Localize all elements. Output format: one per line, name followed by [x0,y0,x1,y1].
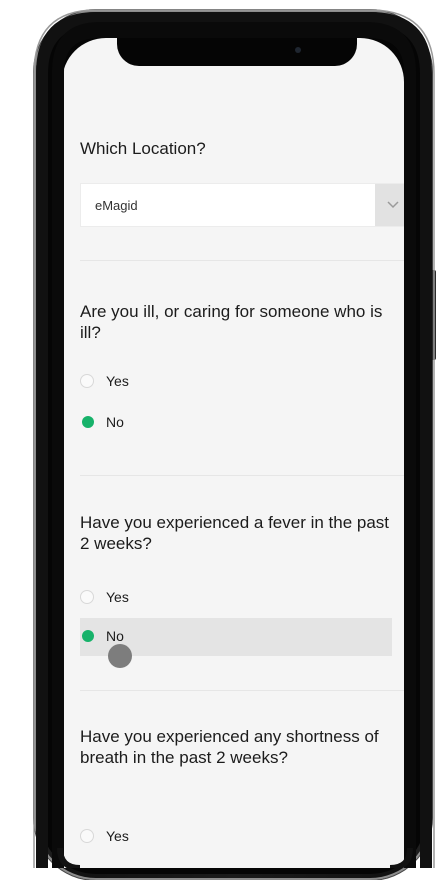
option-label: No [106,414,124,430]
location-select[interactable]: eMagid [80,183,412,227]
radio-unchecked-icon[interactable] [80,590,94,604]
divider [80,260,406,261]
notch [117,36,357,66]
divider [80,690,406,691]
option-label: Yes [106,589,129,605]
question-fever: Have you experienced a fever in the past… [80,513,390,553]
radio-checked-icon[interactable] [82,630,94,642]
ill-option-yes[interactable]: Yes [80,363,392,401]
touch-indicator [108,644,132,668]
question-breath: Have you experienced any shortness of br… [80,727,379,767]
ill-option-no[interactable]: No [80,404,392,442]
question-location: Which Location? [80,139,206,158]
divider [80,475,406,476]
radio-checked-icon[interactable] [82,416,94,428]
camera-icon [295,47,301,53]
radio-unchecked-icon[interactable] [80,829,94,843]
location-select-value: eMagid [95,198,138,213]
option-label: Yes [106,828,129,844]
radio-unchecked-icon[interactable] [80,374,94,388]
chevron-down-icon [387,201,399,209]
select-arrow-button[interactable] [375,184,411,226]
option-label: Yes [106,373,129,389]
breath-option-yes[interactable]: Yes [80,818,392,856]
option-label: No [106,628,124,644]
fever-option-yes[interactable]: Yes [80,579,392,617]
side-button [432,270,436,360]
question-ill: Are you ill, or caring for someone who i… [80,302,383,342]
